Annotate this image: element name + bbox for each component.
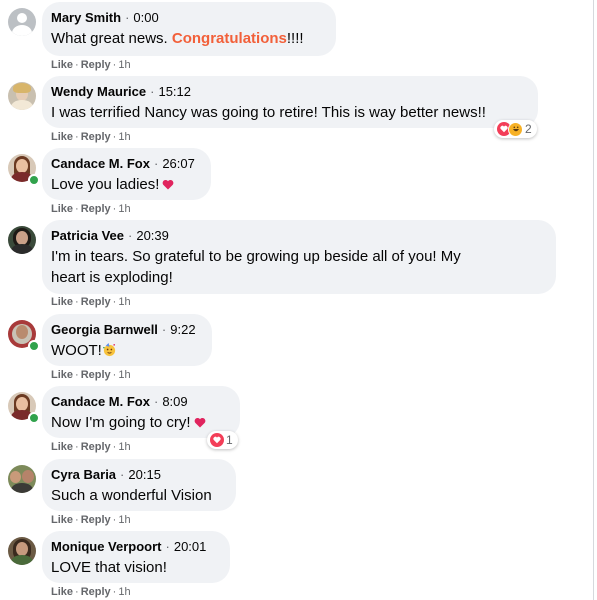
- party-face-icon: [102, 342, 117, 363]
- like-link[interactable]: Like: [51, 203, 73, 215]
- like-link[interactable]: Like: [51, 514, 73, 526]
- comment-text: LOVE that vision!: [51, 559, 167, 576]
- comment-age[interactable]: 1h: [118, 59, 130, 71]
- comment-age[interactable]: 1h: [118, 203, 130, 215]
- comment-age[interactable]: 1h: [118, 369, 130, 381]
- reply-link[interactable]: Reply: [81, 369, 111, 381]
- comment-author[interactable]: Candace M. Fox: [51, 394, 150, 409]
- comment-bubble: Monique Verpoort · 20:01 LOVE that vision!: [42, 531, 230, 583]
- comment-actions: Like · Reply · 1h: [51, 441, 131, 453]
- reply-link[interactable]: Reply: [81, 131, 111, 143]
- comment-author[interactable]: Monique Verpoort: [51, 539, 162, 554]
- like-link[interactable]: Like: [51, 296, 73, 308]
- comment-author[interactable]: Patricia Vee: [51, 228, 124, 243]
- comment-bubble: Wendy Maurice · 15:12 I was terrified Nanc…: [42, 76, 538, 128]
- like-link[interactable]: Like: [51, 441, 73, 453]
- reaction-count: 2: [525, 122, 532, 136]
- comment-text: What great news. Congratulations!!!!: [51, 30, 304, 47]
- love-icon: [210, 433, 224, 447]
- reply-link[interactable]: Reply: [81, 59, 111, 71]
- comment-time[interactable]: 20:39: [136, 228, 169, 243]
- comment-age[interactable]: 1h: [118, 131, 130, 143]
- reply-link[interactable]: Reply: [81, 586, 111, 598]
- comment-actions: Like · Reply · 1h: [51, 296, 131, 308]
- reply-link[interactable]: Reply: [81, 514, 111, 526]
- comment-bubble: Mary Smith · 0:00 What great news. Congrat…: [42, 2, 336, 56]
- right-border: [593, 0, 594, 600]
- comment-text: Now I'm going to cry!: [51, 412, 228, 433]
- like-link[interactable]: Like: [51, 586, 73, 598]
- comment-text: Such a wonderful Vision: [51, 487, 212, 504]
- comment-author[interactable]: Candace M. Fox: [51, 156, 150, 171]
- online-indicator: [28, 412, 40, 424]
- avatar-photo[interactable]: [8, 226, 36, 254]
- comment-actions: Like · Reply · 1h: [51, 369, 131, 381]
- comment-time[interactable]: 9:22: [170, 322, 195, 337]
- comment-bubble: Candace M. Fox · 26:07 Love you ladies!: [42, 148, 211, 200]
- reaction-summary[interactable]: 2: [494, 120, 537, 138]
- comment-text: WOOT!: [51, 340, 200, 363]
- reply-link[interactable]: Reply: [81, 296, 111, 308]
- red-heart-icon: [194, 413, 205, 428]
- comment-time[interactable]: 26:07: [162, 156, 195, 171]
- avatar-photo[interactable]: [8, 465, 36, 493]
- comment-age[interactable]: 1h: [118, 441, 130, 453]
- comment-author[interactable]: Cyra Baria: [51, 467, 116, 482]
- reaction-summary[interactable]: 1: [207, 431, 238, 449]
- reply-link[interactable]: Reply: [81, 441, 111, 453]
- comment-bubble: Georgia Barnwell · 9:22 WOOT!: [42, 314, 212, 366]
- avatar-photo[interactable]: [8, 82, 36, 110]
- comment-actions: Like · Reply · 1h: [51, 203, 131, 215]
- comment-author[interactable]: Mary Smith: [51, 10, 121, 25]
- comment-bubble: Candace M. Fox · 8:09 Now I'm going to cry…: [42, 386, 240, 438]
- comment-text: I was terrified Nancy was going to retir…: [51, 104, 486, 121]
- comment-actions: Like · Reply · 1h: [51, 514, 131, 526]
- comment-time[interactable]: 0:00: [133, 10, 158, 25]
- comment-time[interactable]: 20:15: [128, 467, 161, 482]
- comment-bubble: Cyra Baria · 20:15 Such a wonderful Vision: [42, 459, 236, 511]
- comment-time[interactable]: 20:01: [174, 539, 207, 554]
- comment-actions: Like · Reply · 1h: [51, 586, 131, 598]
- comment-bubble: Patricia Vee · 20:39 I'm in tears. So grat…: [42, 220, 556, 294]
- reply-link[interactable]: Reply: [81, 203, 111, 215]
- comment-actions: Like · Reply · 1h: [51, 59, 131, 71]
- comment-time[interactable]: 15:12: [158, 84, 191, 99]
- comment-text: I'm in tears. So grateful to be growing …: [51, 248, 461, 286]
- comment-author[interactable]: Georgia Barnwell: [51, 322, 158, 337]
- avatar-default[interactable]: [8, 8, 36, 36]
- comment-age[interactable]: 1h: [118, 586, 130, 598]
- haha-icon: [508, 121, 523, 137]
- red-heart-icon: [162, 175, 174, 190]
- like-link[interactable]: Like: [51, 131, 73, 143]
- comment-author[interactable]: Wendy Maurice: [51, 84, 146, 99]
- online-indicator: [28, 340, 40, 352]
- separator: ·: [125, 10, 130, 25]
- highlighted-word: Congratulations: [171, 30, 287, 47]
- reaction-count: 1: [226, 433, 233, 447]
- like-link[interactable]: Like: [51, 59, 73, 71]
- comment-actions: Like · Reply · 1h: [51, 131, 131, 143]
- like-link[interactable]: Like: [51, 369, 73, 381]
- comment-age[interactable]: 1h: [118, 296, 130, 308]
- comment-age[interactable]: 1h: [118, 514, 130, 526]
- comment-text: Love you ladies!: [51, 174, 199, 195]
- online-indicator: [28, 174, 40, 186]
- avatar-photo[interactable]: [8, 537, 36, 565]
- comment-time[interactable]: 8:09: [162, 394, 187, 409]
